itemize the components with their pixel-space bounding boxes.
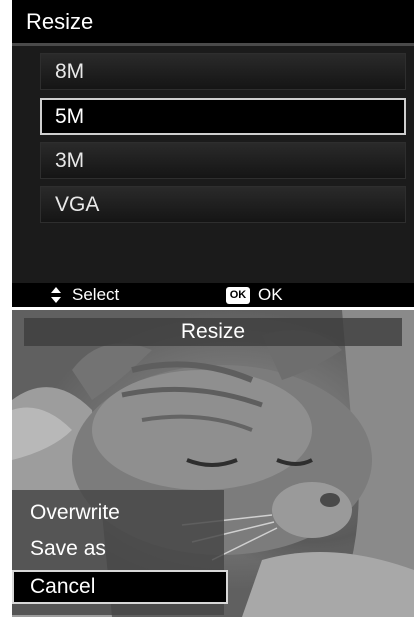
resize-confirm-screen: Resize Overwrite Save as Cancel xyxy=(12,310,414,617)
select-hint-label: Select xyxy=(72,285,120,304)
up-down-arrow-icon xyxy=(50,286,62,304)
ok-hint: OK OK xyxy=(226,283,283,307)
option-save-as[interactable]: Save as xyxy=(12,532,224,566)
button-hint-bar: Select OK OK xyxy=(12,283,414,307)
option-cancel[interactable]: Cancel xyxy=(12,570,228,604)
ok-button-icon: OK xyxy=(226,286,250,304)
save-options-menu: Overwrite Save as Cancel xyxy=(12,490,228,615)
option-5m[interactable]: 5M xyxy=(40,98,406,135)
option-8m[interactable]: 8M xyxy=(40,53,406,90)
menu-title: Resize xyxy=(12,0,414,46)
option-3m[interactable]: 3M xyxy=(40,142,406,179)
option-vga[interactable]: VGA xyxy=(40,186,406,223)
ok-hint-label: OK xyxy=(258,285,283,304)
confirm-title: Resize xyxy=(24,318,402,346)
resize-menu-screen: Resize 8M 5M 3M VGA Select OK OK xyxy=(12,0,414,307)
option-overwrite[interactable]: Overwrite xyxy=(12,496,224,530)
select-hint: Select xyxy=(50,283,119,307)
